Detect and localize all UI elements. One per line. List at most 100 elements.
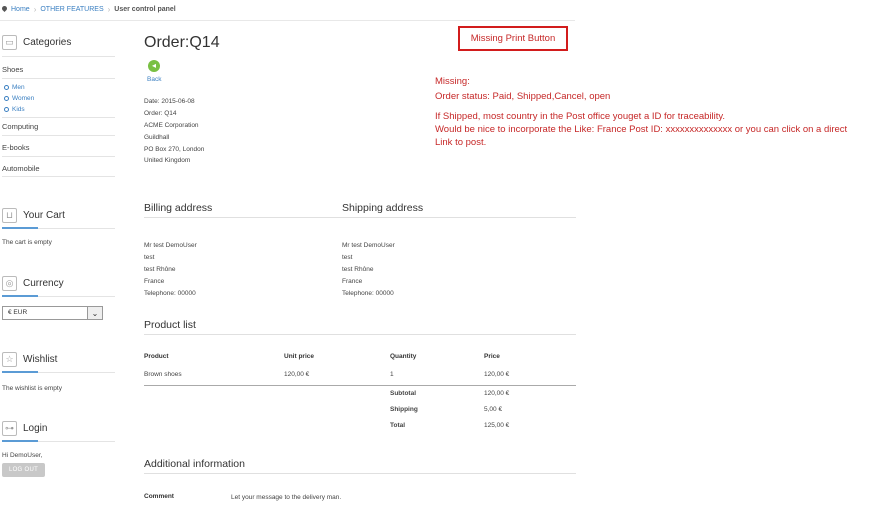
column-header-unit-price: Unit price xyxy=(284,353,314,360)
table-divider xyxy=(144,385,576,386)
key-icon: ⊶ xyxy=(2,420,17,436)
divider xyxy=(2,117,115,118)
currency-select[interactable]: € EUR ⌄ xyxy=(2,306,103,320)
comment-label: Comment xyxy=(144,493,174,500)
subtotal-label: Subtotal xyxy=(390,390,416,397)
logout-button[interactable]: LOG OUT xyxy=(2,463,45,477)
shipping-line: test xyxy=(342,254,353,261)
currency-header: ◎ Currency xyxy=(2,273,115,293)
cart-title: Your Cart xyxy=(23,209,65,221)
section-accent xyxy=(2,227,38,229)
bullet-icon xyxy=(4,107,9,112)
company-address: Guildhall xyxy=(144,134,170,141)
section-accent xyxy=(2,440,38,442)
section-accent xyxy=(2,295,38,297)
divider xyxy=(2,176,115,177)
annotation-line: If Shipped, most country in the Post off… xyxy=(435,111,726,122)
divider xyxy=(144,217,576,218)
annotation-line: Order status: Paid, Shipped,Cancel, open xyxy=(435,91,611,102)
annotation-line: Link to post. xyxy=(435,137,487,148)
billing-line: test Rhône xyxy=(144,266,176,273)
divider xyxy=(2,135,115,136)
divider xyxy=(2,156,115,157)
billing-title: Billing address xyxy=(144,202,213,214)
divider xyxy=(144,334,576,335)
comment-value: Let your message to the delivery man. xyxy=(231,494,342,501)
total-value: 125,00 € xyxy=(484,422,510,429)
shipping-line: Mr test DemoUser xyxy=(342,242,395,249)
shipping-title: Shipping address xyxy=(342,202,424,214)
page-title: Order:Q14 xyxy=(144,34,220,51)
column-header-quantity: Quantity xyxy=(390,353,417,360)
shipping-line: France xyxy=(342,278,363,285)
shipping-label: Shipping xyxy=(390,406,418,413)
category-shoes[interactable]: Shoes xyxy=(2,65,23,74)
currency-title: Currency xyxy=(23,277,64,289)
cart-header: ⊔ Your Cart xyxy=(2,205,115,225)
additional-info-title: Additional information xyxy=(144,458,245,470)
order-number: Order: Q14 xyxy=(144,110,177,117)
star-icon: ☆ xyxy=(2,351,17,367)
cart-empty-text: The cart is empty xyxy=(2,239,52,246)
categories-title: Categories xyxy=(23,36,72,48)
wishlist-title: Wishlist xyxy=(23,353,58,365)
breadcrumb-home[interactable]: Home xyxy=(11,6,30,13)
subcategory-women[interactable]: Women xyxy=(4,95,34,102)
back-link[interactable]: Back xyxy=(147,76,161,83)
company-po-box: PO Box 270, London xyxy=(144,146,205,153)
annotation-line: Missing: xyxy=(435,76,470,87)
back-arrow-icon[interactable]: ◂ xyxy=(148,60,160,72)
company-country: United Kingdom xyxy=(144,157,191,164)
login-header: ⊶ Login xyxy=(2,418,115,438)
annotation-line: Would be nice to incorporate the Like: F… xyxy=(435,124,848,135)
breadcrumb-current: User control panel xyxy=(114,5,176,13)
bullet-icon xyxy=(4,85,9,90)
bullet-icon xyxy=(4,96,9,101)
category-ebooks[interactable]: E-books xyxy=(2,143,30,152)
column-header-price: Price xyxy=(484,353,500,360)
category-computing[interactable]: Computing xyxy=(2,122,38,131)
category-automobile[interactable]: Automobile xyxy=(2,164,40,173)
categories-header: ▭ Categories xyxy=(2,32,115,52)
wishlist-empty-text: The wishlist is empty xyxy=(2,385,62,392)
wishlist-header: ☆ Wishlist xyxy=(2,349,115,369)
quantity-cell: 1 xyxy=(390,371,394,378)
location-pin-icon: ◎ xyxy=(2,275,17,291)
total-label: Total xyxy=(390,422,406,429)
chevron-right-icon: › xyxy=(33,4,37,14)
shipping-line: test Rhône xyxy=(342,266,374,273)
shipping-value: 5,00 € xyxy=(484,406,503,413)
login-title: Login xyxy=(23,422,48,434)
company-name: ACME Corporation xyxy=(144,122,199,129)
shopping-bag-icon: ⊔ xyxy=(2,207,17,223)
subcategory-kids[interactable]: Kids xyxy=(4,106,25,113)
divider xyxy=(144,473,576,474)
missing-print-annotation: Missing Print Button xyxy=(458,26,568,51)
product-list-title: Product list xyxy=(144,319,196,331)
billing-line: Telephone: 00000 xyxy=(144,290,196,297)
shipping-line: Telephone: 00000 xyxy=(342,290,394,297)
price-cell: 120,00 € xyxy=(484,371,510,378)
product-link[interactable]: Brown shoes xyxy=(144,371,182,378)
missing-print-text: Missing Print Button xyxy=(470,33,556,44)
breadcrumb-other-features[interactable]: OTHER FEATURES xyxy=(40,6,103,13)
billing-line: Mr test DemoUser xyxy=(144,242,197,249)
billing-line: France xyxy=(144,278,165,285)
billing-line: test xyxy=(144,254,155,261)
subtotal-value: 120,00 € xyxy=(484,390,510,397)
subcategory-men[interactable]: Men xyxy=(4,84,25,91)
currency-selected: € EUR xyxy=(8,309,28,316)
divider xyxy=(0,20,575,21)
map-pin-icon xyxy=(2,6,7,13)
unit-price-cell: 120,00 € xyxy=(284,371,310,378)
divider xyxy=(2,78,115,79)
order-date: Date: 2015-06-08 xyxy=(144,98,195,105)
divider xyxy=(2,56,115,57)
chevron-right-icon: › xyxy=(107,4,111,14)
folder-icon: ▭ xyxy=(2,34,17,50)
login-greeting: Hi DemoUser, xyxy=(2,452,43,459)
chevron-down-icon[interactable]: ⌄ xyxy=(87,306,103,320)
breadcrumb: Home › OTHER FEATURES › User control pan… xyxy=(2,4,176,14)
column-header-product: Product xyxy=(144,353,169,360)
section-accent xyxy=(2,371,38,373)
